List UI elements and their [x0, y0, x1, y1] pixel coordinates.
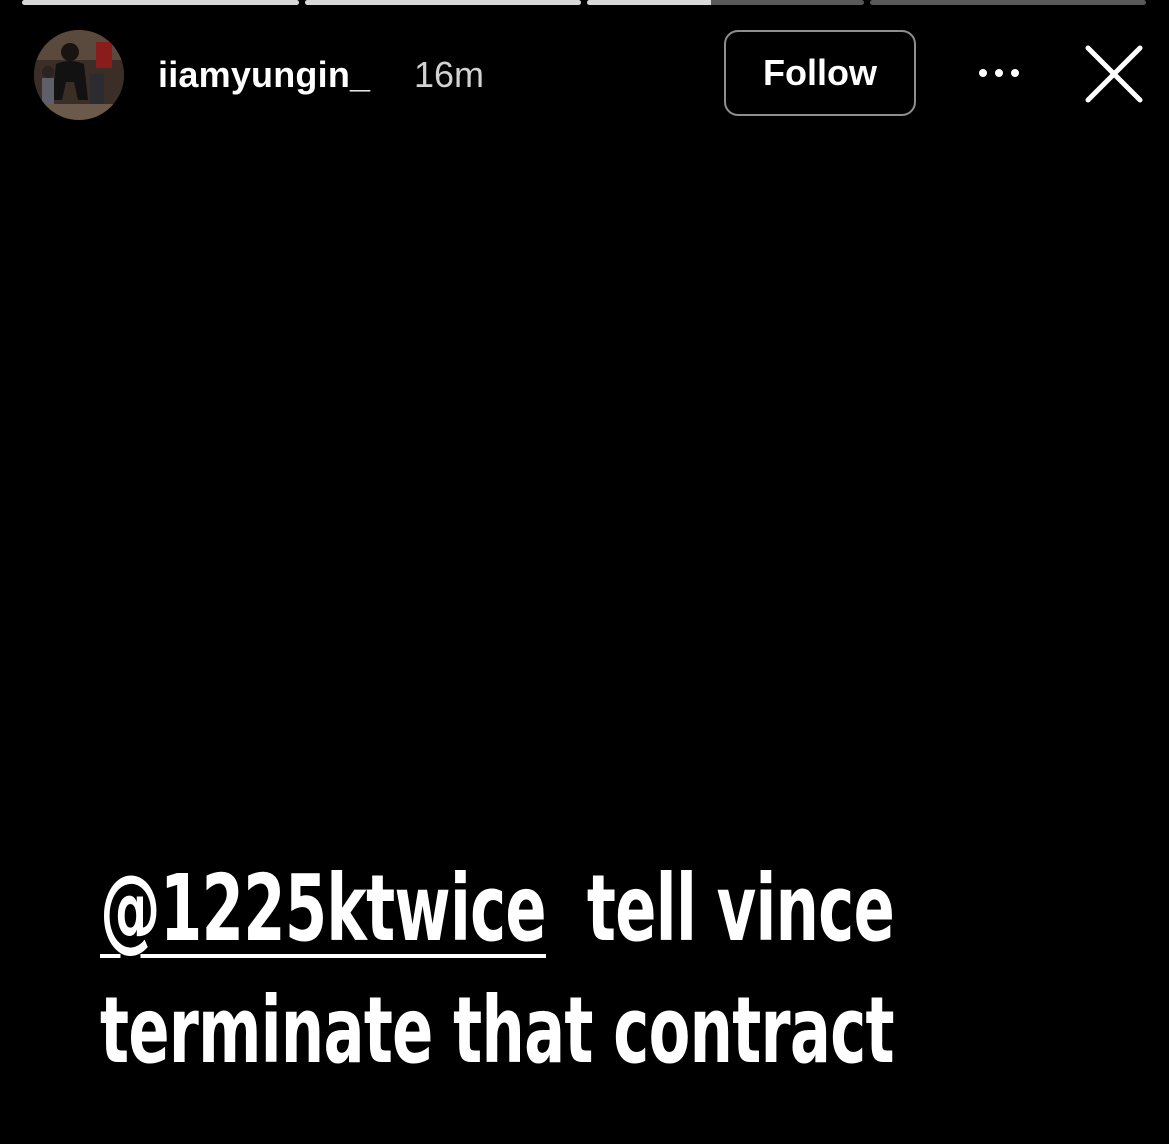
progress-fill	[304, 0, 581, 5]
caption-line-1: @1225ktwice tell vince	[100, 848, 895, 970]
username[interactable]: iiamyungin_	[158, 54, 370, 96]
close-icon[interactable]	[1082, 42, 1146, 106]
avatar[interactable]	[34, 30, 124, 120]
caption-line-1-text: tell vince	[586, 855, 895, 962]
progress-segment	[304, 0, 581, 5]
progress-segment	[587, 0, 864, 5]
progress-fill	[587, 0, 712, 5]
post-timestamp: 16m	[414, 54, 485, 95]
more-horizontal-icon[interactable]	[974, 60, 1024, 86]
mention-link[interactable]: @1225ktwice	[100, 855, 547, 962]
follow-button[interactable]: Follow	[724, 30, 916, 116]
story-progress-bars	[22, 0, 1146, 5]
caption-line-2: terminate that contract	[100, 977, 895, 1084]
progress-fill	[22, 0, 299, 5]
story-header: iiamyungin_ 16m Follow	[34, 30, 1147, 120]
progress-segment	[869, 0, 1146, 5]
story-text-caption: @1225ktwice tell vince terminate that co…	[100, 848, 895, 1092]
progress-segment	[22, 0, 299, 5]
